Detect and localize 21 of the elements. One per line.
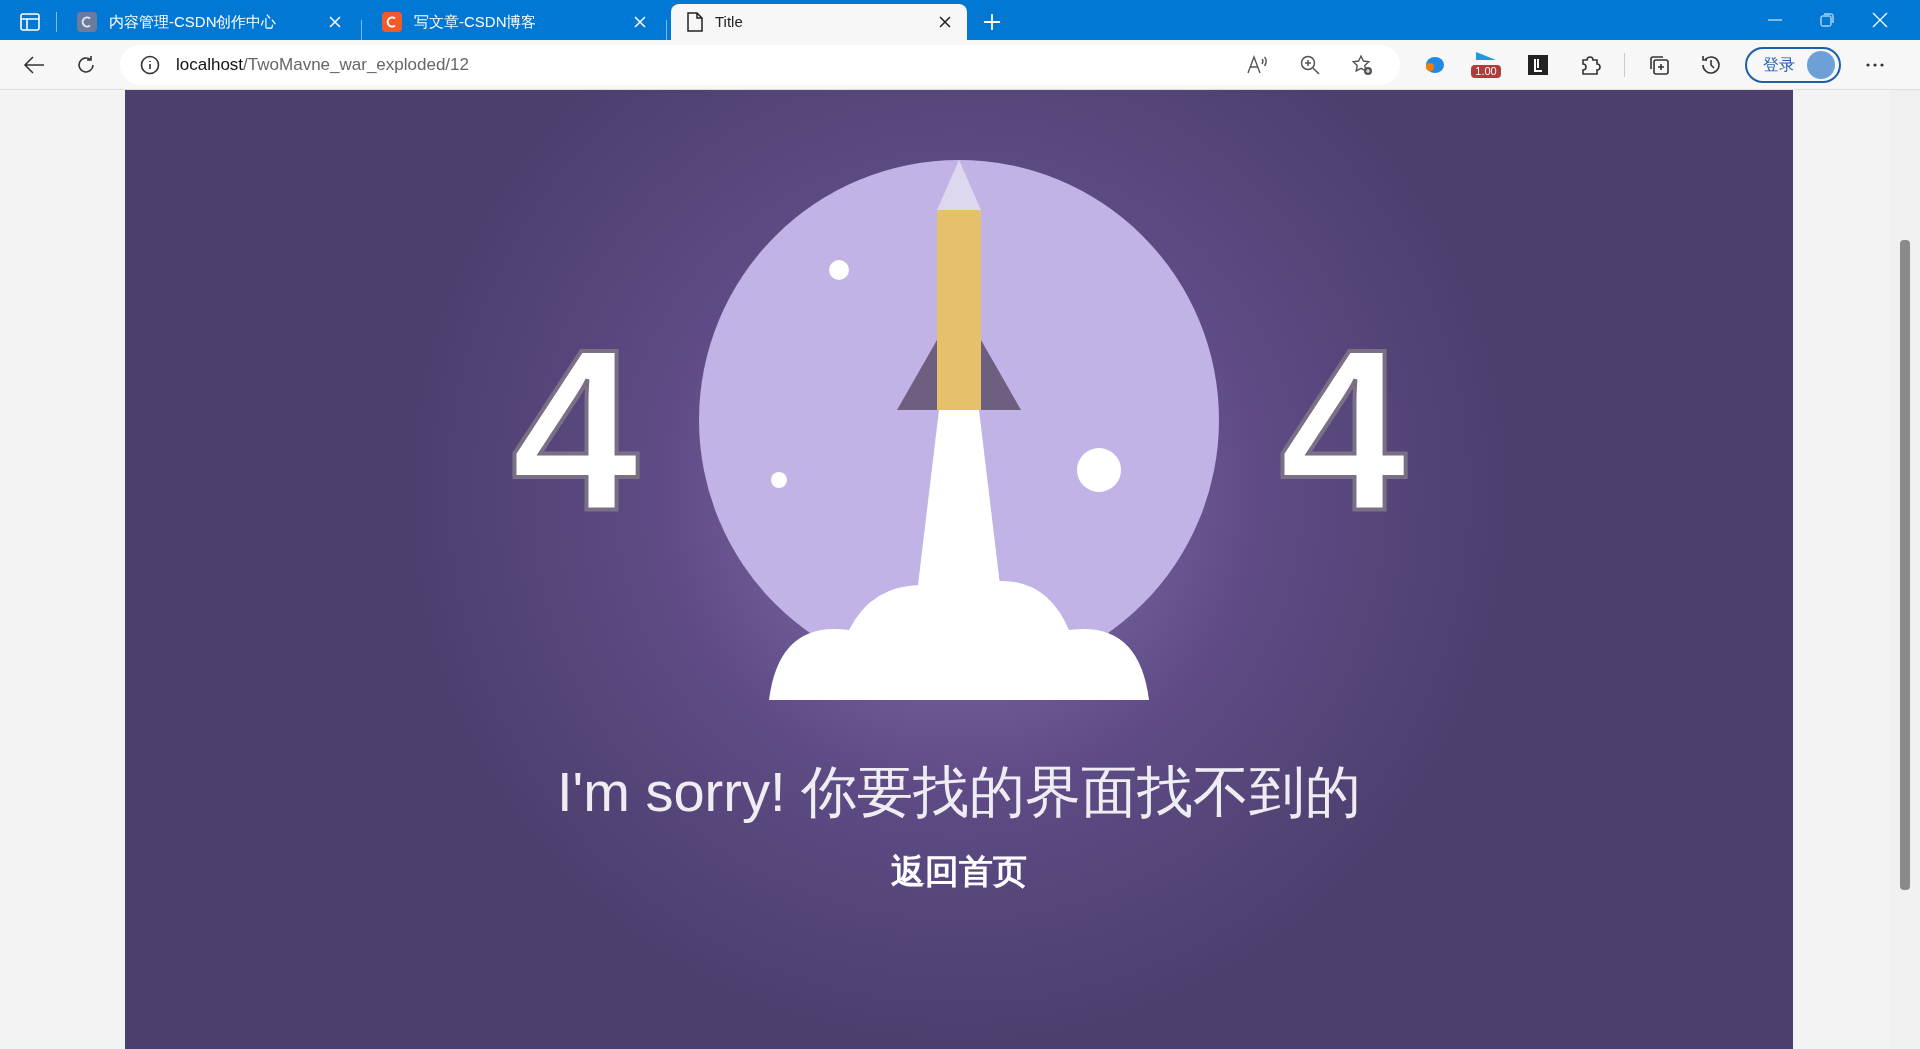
info-icon[interactable] [140,54,160,75]
avatar-icon [1807,50,1835,79]
home-link[interactable]: 返回首页 [891,846,1027,897]
tab-title: 内容管理-CSDN创作中心 [109,11,278,32]
page-icon [687,12,703,32]
tab-title: Title [715,11,744,32]
close-icon[interactable] [939,16,951,28]
tab-actions-icon[interactable] [20,13,40,31]
profile-button[interactable]: 登录 [1745,46,1841,83]
extension-badge: 1.00 [1471,65,1501,78]
error-message: I'm sorry! 你要找的界面找不到的 [557,759,1361,825]
digit-four: 4 [1279,315,1407,545]
tab-title: 写文章-CSDN博客 [414,11,538,32]
restore-icon[interactable] [1820,13,1834,27]
browser-tab[interactable]: Title [671,4,967,40]
new-tab-icon[interactable] [983,13,1001,31]
address-bar[interactable]: localhost/TwoMavne_war_exploded/12 [120,44,1400,85]
digit-four: 4 [511,315,639,545]
letter-c-icon [382,12,402,32]
letter-c-icon [77,12,97,32]
url-text: localhost/TwoMavne_war_exploded/12 [176,53,469,76]
